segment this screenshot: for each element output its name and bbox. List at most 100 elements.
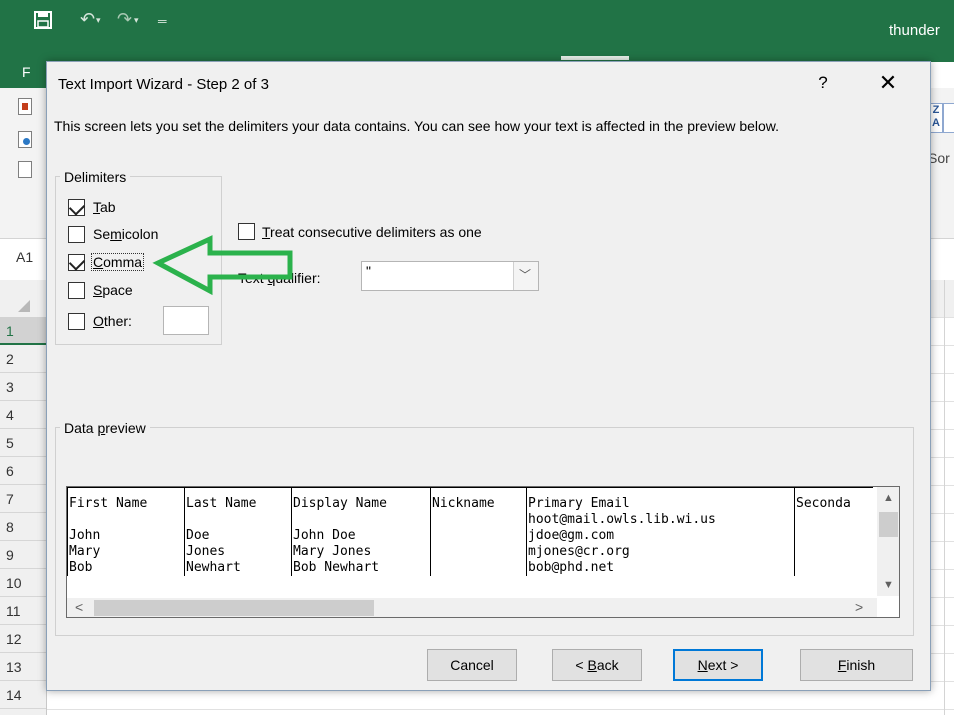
- finish-button[interactable]: Finish: [800, 649, 913, 681]
- preview-row: John Doe John Doe jdoe@gm.com: [67, 528, 873, 544]
- excel-title-bar: [0, 0, 954, 62]
- preview-header-cell: Last Name: [184, 487, 292, 512]
- preview-cell: Bob: [67, 560, 185, 576]
- preview-cell: Bob Newhart: [291, 560, 431, 576]
- scroll-right-icon[interactable]: >: [855, 599, 863, 615]
- row-header[interactable]: 13: [0, 653, 46, 681]
- preview-cell: Mary: [67, 544, 185, 560]
- row-header[interactable]: 14: [0, 681, 46, 709]
- preview-cell: [430, 560, 527, 576]
- help-button[interactable]: ?: [815, 73, 831, 93]
- preview-cell: [794, 544, 873, 560]
- space-label[interactable]: Space: [93, 282, 133, 298]
- dialog-description: This screen lets you set the delimiters …: [54, 118, 780, 134]
- preview-cell: mjones@cr.org: [526, 544, 795, 560]
- undo-icon[interactable]: ↶: [80, 9, 95, 30]
- space-checkbox[interactable]: [68, 282, 85, 299]
- data-preview-table[interactable]: First Name Last Name Display Name Nickname P…: [67, 487, 873, 576]
- text-qualifier-value: ": [366, 263, 371, 279]
- preview-cell: [794, 560, 873, 576]
- from-access-icon[interactable]: [18, 98, 32, 115]
- other-label[interactable]: Other:: [93, 313, 132, 329]
- file-tab[interactable]: F: [22, 64, 31, 80]
- customize-toolbar-icon[interactable]: ═: [158, 14, 167, 28]
- row-header[interactable]: 2: [0, 345, 46, 373]
- delimiters-group-label: Delimiters: [60, 169, 131, 185]
- name-box[interactable]: A1: [16, 249, 33, 265]
- save-icon[interactable]: [34, 11, 52, 29]
- redo-dropdown-icon[interactable]: ▾: [134, 15, 139, 26]
- redo-icon[interactable]: ↷: [117, 9, 132, 30]
- preview-cell: [430, 528, 527, 544]
- preview-cell: [430, 512, 527, 528]
- chevron-down-icon[interactable]: ﹀: [519, 266, 531, 283]
- row-header[interactable]: 7: [0, 485, 46, 513]
- back-button[interactable]: < Back: [552, 649, 642, 681]
- tab-label[interactable]: Tab: [93, 199, 116, 215]
- undo-dropdown-icon[interactable]: ▾: [96, 15, 101, 26]
- semicolon-label[interactable]: Semicolon: [93, 226, 158, 242]
- row-header[interactable]: 4: [0, 401, 46, 429]
- green-arrow-annotation-icon: [152, 235, 293, 296]
- preview-row: First Name Last Name Display Name Nickname P…: [67, 487, 873, 512]
- ribbon-tab-highlight: [561, 56, 629, 60]
- comma-checkbox[interactable]: [68, 254, 85, 271]
- semicolon-checkbox[interactable]: [68, 226, 85, 243]
- from-web-icon[interactable]: [18, 131, 32, 148]
- row-headers: 1 2 3 4 5 6 7 8 9 10 11 12 13 14: [0, 317, 47, 715]
- row-header[interactable]: 9: [0, 541, 46, 569]
- next-button[interactable]: Next >: [673, 649, 763, 681]
- scroll-up-icon[interactable]: ▲: [883, 492, 894, 504]
- preview-cell: hoot@mail.owls.lib.wi.us: [526, 512, 795, 528]
- preview-cell: [184, 512, 292, 528]
- row-header[interactable]: 8: [0, 513, 46, 541]
- preview-cell: Doe: [184, 528, 292, 544]
- scroll-left-icon[interactable]: <: [75, 599, 83, 615]
- row-header[interactable]: 6: [0, 457, 46, 485]
- from-text-icon[interactable]: [18, 161, 32, 178]
- preview-cell: [794, 512, 873, 528]
- preview-header-cell: Nickname: [430, 487, 527, 512]
- vertical-scroll-thumb[interactable]: [879, 512, 898, 537]
- preview-cell: [67, 512, 185, 528]
- preview-cell: Jones: [184, 544, 292, 560]
- scroll-down-icon[interactable]: ▼: [883, 579, 894, 591]
- comma-label[interactable]: Comma: [91, 253, 145, 271]
- row-header[interactable]: 11: [0, 597, 46, 625]
- column-divider: [944, 280, 945, 715]
- preview-cell: [291, 512, 431, 528]
- preview-row: Mary Jones Mary Jones mjones@cr.org: [67, 544, 873, 560]
- sort-za-icon[interactable]: Z A: [929, 103, 943, 133]
- preview-header-cell: Primary Email: [526, 487, 795, 512]
- other-checkbox[interactable]: [68, 313, 85, 330]
- preview-cell: Mary Jones: [291, 544, 431, 560]
- preview-row: Bob Newhart Bob Newhart bob@phd.net: [67, 560, 873, 576]
- sort-label[interactable]: Sor: [928, 150, 950, 166]
- data-preview-label: Data preview: [60, 420, 150, 436]
- preview-header-cell: Seconda: [794, 487, 873, 512]
- preview-cell: John: [67, 528, 185, 544]
- window-title: thunder: [889, 22, 940, 39]
- cancel-button[interactable]: Cancel: [427, 649, 517, 681]
- row-header[interactable]: 10: [0, 569, 46, 597]
- close-button[interactable]: ✕: [878, 70, 898, 96]
- preview-cell: [430, 544, 527, 560]
- preview-cell: John Doe: [291, 528, 431, 544]
- tab-checkbox[interactable]: [68, 199, 85, 216]
- dialog-title: Text Import Wizard - Step 2 of 3: [58, 76, 269, 93]
- row-header[interactable]: 3: [0, 373, 46, 401]
- preview-header-cell: First Name: [67, 487, 185, 512]
- preview-cell: Newhart: [184, 560, 292, 576]
- preview-row: hoot@mail.owls.lib.wi.us: [67, 512, 873, 528]
- select-all-icon[interactable]: [18, 300, 30, 312]
- row-header[interactable]: 5: [0, 429, 46, 457]
- sort-az-icon[interactable]: [943, 103, 954, 133]
- preview-cell: jdoe@gm.com: [526, 528, 795, 544]
- row-header[interactable]: 1: [0, 317, 46, 345]
- preview-header-cell: Display Name: [291, 487, 431, 512]
- preview-cell: [794, 528, 873, 544]
- horizontal-scroll-thumb[interactable]: [94, 600, 374, 616]
- other-delimiter-input[interactable]: [163, 306, 209, 335]
- preview-cell: bob@phd.net: [526, 560, 795, 576]
- row-header[interactable]: 12: [0, 625, 46, 653]
